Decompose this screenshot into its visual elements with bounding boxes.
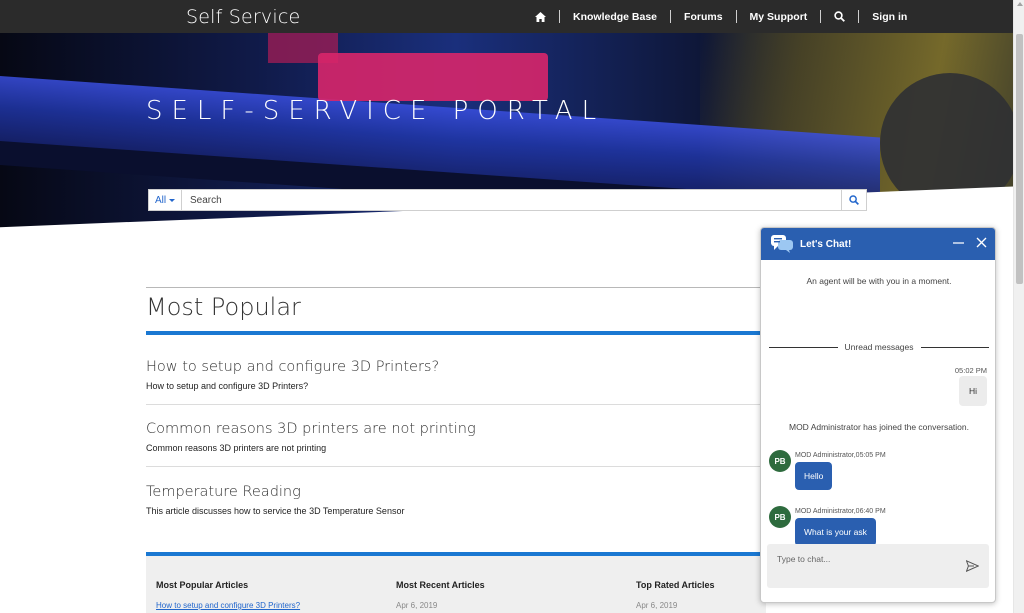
article-description: Common reasons 3D printers are not print… (146, 443, 327, 453)
section-divider (146, 287, 766, 288)
footer-date: Apr 6, 2019 (636, 601, 678, 610)
close-icon[interactable] (976, 237, 987, 248)
search-scope-dropdown[interactable]: All (149, 190, 182, 210)
hero-title: SELF-SERVICE PORTAL (146, 96, 606, 126)
send-icon[interactable] (966, 560, 979, 572)
chat-bubble-icon (771, 235, 793, 253)
agent-message-meta: MOD Administrator,06:40 PM (795, 508, 886, 515)
chat-transcript: An agent will be with you in a moment. U… (761, 260, 995, 602)
footer-column-recent: Most Recent Articles Apr 6, 2019 (396, 580, 485, 610)
search-bar: All (148, 189, 867, 211)
footer-column-popular: Most Popular Articles How to setup and c… (156, 580, 300, 610)
article-title[interactable]: Temperature Reading (146, 484, 766, 500)
chat-header: Let's Chat! (761, 228, 995, 260)
nav-knowledge-base[interactable]: Knowledge Base (560, 0, 670, 33)
page-scrollbar[interactable] (1013, 0, 1024, 613)
article-description: This article discusses how to service th… (146, 506, 405, 516)
agent-message-bubble: Hello (795, 462, 833, 490)
scroll-up-arrow-icon[interactable] (1017, 2, 1023, 6)
search-scope-label: All (154, 194, 167, 206)
search-button[interactable] (841, 190, 866, 210)
avatar: PB (769, 506, 791, 528)
nav-sign-in[interactable]: Sign in (859, 0, 920, 33)
article-item[interactable]: Temperature Reading This article discuss… (146, 484, 766, 516)
article-item[interactable]: How to setup and configure 3D Printers? … (146, 359, 766, 391)
agent-waiting-message: An agent will be with you in a moment. (806, 276, 952, 286)
article-title[interactable]: How to setup and configure 3D Printers? (146, 359, 766, 375)
agent-message-meta: MOD Administrator,05:05 PM (795, 452, 886, 459)
search-icon (849, 195, 859, 205)
chat-input[interactable] (777, 554, 947, 564)
article-title[interactable]: Common reasons 3D printers are not print… (146, 421, 766, 437)
unread-label: Unread messages (844, 342, 914, 352)
joined-message: MOD Administrator has joined the convers… (788, 422, 969, 432)
search-input[interactable] (182, 190, 841, 210)
footer-column-top-rated: Top Rated Articles Apr 6, 2019 (636, 580, 715, 610)
article-description: How to setup and configure 3D Printers? (146, 381, 309, 391)
footer-column-heading: Top Rated Articles (636, 580, 715, 590)
article-divider (146, 466, 766, 467)
unread-separator: Unread messages (769, 342, 990, 352)
article-item[interactable]: Common reasons 3D printers are not print… (146, 421, 766, 453)
scrollbar-thumb[interactable] (1016, 34, 1023, 284)
footer-date: Apr 6, 2019 (396, 601, 438, 610)
chat-widget: Let's Chat! An agent will be with you in… (760, 227, 996, 603)
nav-forums[interactable]: Forums (671, 0, 736, 33)
footer-panel: Most Popular Articles How to setup and c… (146, 556, 766, 613)
chat-input-area (767, 544, 989, 588)
caret-down-icon (169, 198, 176, 202)
agent-message-bubble: What is your ask (795, 518, 876, 546)
nav-menu: Knowledge Base Forums My Support Sign in (522, 0, 920, 33)
accent-bar (146, 331, 766, 335)
message-timestamp: 05:02 PM (954, 366, 987, 375)
hero-banner (0, 33, 1013, 248)
search-icon[interactable] (821, 0, 858, 33)
brand-title[interactable]: Self Service (186, 6, 300, 28)
chat-title: Let's Chat! (800, 238, 852, 250)
top-nav: Self Service Knowledge Base Forums My Su… (0, 0, 1013, 33)
minimize-icon[interactable] (953, 237, 964, 248)
avatar: PB (769, 450, 791, 472)
home-icon[interactable] (522, 0, 559, 33)
footer-column-heading: Most Recent Articles (396, 580, 485, 590)
article-divider (146, 404, 766, 405)
footer-column-heading: Most Popular Articles (156, 580, 249, 590)
user-message-bubble: Hi (958, 376, 987, 406)
section-title: Most Popular (146, 293, 301, 321)
nav-my-support[interactable]: My Support (737, 0, 821, 33)
footer-article-link[interactable]: How to setup and configure 3D Printers? (156, 601, 300, 610)
